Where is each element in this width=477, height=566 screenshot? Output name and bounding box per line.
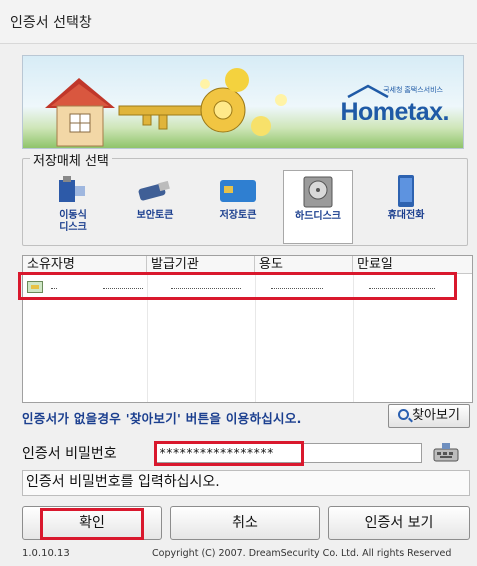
highlight-password	[154, 441, 304, 466]
hometax-logo: 국세청 홈택스서비스 Hometax.	[340, 84, 449, 127]
media-mobile-phone[interactable]: 휴대전화	[371, 170, 441, 244]
media-usb-label-2: 디스크	[59, 222, 87, 233]
find-button-label: 찾아보기	[412, 408, 460, 423]
media-hard-disk-label: 하드디스크	[295, 211, 341, 222]
storage-group-title: 저장매체 선택	[30, 150, 112, 169]
media-hard-disk[interactable]: 하드디스크	[283, 170, 353, 244]
hometax-banner: 국세청 홈택스서비스 Hometax.	[22, 55, 464, 149]
password-label: 인증서 비밀번호	[22, 446, 117, 462]
media-usb-label: 이동식	[59, 210, 87, 221]
window-title: 인증서 선택창	[10, 15, 92, 31]
magnifier-icon	[398, 409, 410, 420]
media-security-token[interactable]: 보안토큰	[120, 170, 190, 244]
mobile-phone-icon	[386, 174, 426, 208]
house-icon	[45, 78, 115, 147]
media-usb[interactable]: 이동식 디스크	[38, 170, 108, 244]
hard-disk-icon	[298, 175, 338, 209]
version-text: 1.0.10.13	[22, 548, 70, 559]
usb-drive-icon	[53, 174, 93, 208]
logo-subtitle: 국세청 홈택스서비스	[383, 87, 443, 94]
media-smart-card-label: 저장토큰	[219, 210, 257, 221]
key-icon	[118, 87, 246, 133]
media-security-token-label: 보안토큰	[136, 210, 174, 221]
copyright-text: Copyright (C) 2007. DreamSecurity Co. Lt…	[152, 548, 452, 559]
secure-keyboard-icon[interactable]	[432, 441, 460, 465]
media-mobile-phone-label: 휴대전화	[387, 210, 425, 221]
status-message: 인증서 비밀번호를 입력하십시오.	[22, 470, 470, 496]
media-smart-card[interactable]: 저장토큰	[203, 170, 273, 244]
cancel-button[interactable]: 취소	[170, 506, 320, 540]
highlight-selected-row	[18, 272, 457, 300]
view-certificate-button[interactable]: 인증서 보기	[328, 506, 470, 540]
title-bar: 인증서 선택창	[0, 0, 477, 44]
security-token-icon	[135, 174, 175, 208]
find-button[interactable]: 찾아보기	[388, 404, 470, 428]
logo-text: Hometax.	[340, 98, 449, 126]
smart-card-icon	[218, 174, 258, 208]
help-text: 인증서가 없을경우 '찾아보기' 버튼을 이용하십시오.	[22, 411, 302, 426]
highlight-ok-button	[40, 508, 144, 540]
